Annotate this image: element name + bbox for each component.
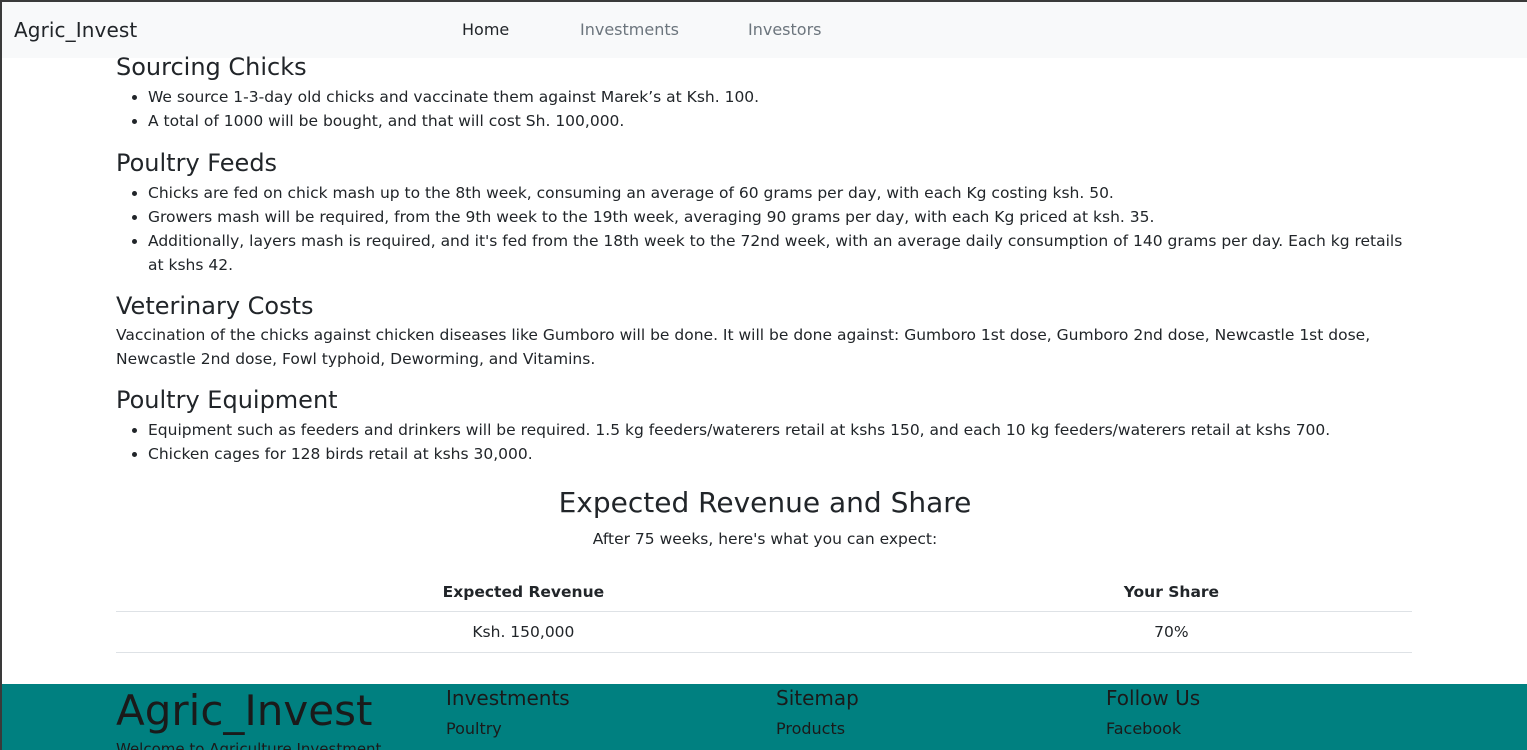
list-item: A total of 1000 will be bought, and that… xyxy=(148,109,1414,133)
poultry-equipment-list: Equipment such as feeders and drinkers w… xyxy=(148,418,1414,466)
section-title-poultry-equipment: Poultry Equipment xyxy=(116,386,338,414)
list-item: We source 1-3-day old chicks and vaccina… xyxy=(148,85,1414,109)
nav-link-home[interactable]: Home xyxy=(462,20,509,39)
list-item: Chicks are fed on chick mash up to the 8… xyxy=(148,181,1414,205)
footer-title-sitemap: Sitemap xyxy=(776,686,859,710)
browser-viewport: Agric_Invest Home Investments Investors … xyxy=(0,0,1527,750)
sourcing-chicks-list: We source 1-3-day old chicks and vaccina… xyxy=(148,85,1414,133)
footer-title-investments: Investments xyxy=(446,686,570,710)
revenue-subtitle: After 75 weeks, here's what you can expe… xyxy=(592,530,938,548)
header-your-share: Your Share xyxy=(930,574,1412,612)
footer-link-facebook[interactable]: Facebook xyxy=(1106,719,1181,738)
cell-expected-revenue: Ksh. 150,000 xyxy=(116,611,931,653)
section-title-sourcing-chicks: Sourcing Chicks xyxy=(116,53,307,81)
list-item: Growers mash will be required, from the … xyxy=(148,205,1414,229)
footer-welcome-text: Welcome to Agriculture Investment xyxy=(116,740,382,750)
footer-link-products[interactable]: Products xyxy=(776,719,845,738)
header-expected-revenue: Expected Revenue xyxy=(116,574,931,612)
veterinary-costs-text: Vaccination of the chicks against chicke… xyxy=(116,326,1371,368)
footer-title-follow-us: Follow Us xyxy=(1106,686,1201,710)
list-item: Additionally, layers mash is required, a… xyxy=(148,229,1414,277)
table-row: Ksh. 150,000 70% xyxy=(116,611,1412,653)
section-title-poultry-feeds: Poultry Feeds xyxy=(116,149,278,177)
footer-link-poultry[interactable]: Poultry xyxy=(446,719,502,738)
cell-your-share: 70% xyxy=(930,611,1412,653)
nav-link-investors[interactable]: Investors xyxy=(748,20,821,39)
revenue-title: Expected Revenue and Share xyxy=(558,486,972,519)
table-header-row: Expected Revenue Your Share xyxy=(116,574,1412,612)
section-title-veterinary-costs: Veterinary Costs xyxy=(116,292,314,320)
navbar-brand[interactable]: Agric_Invest xyxy=(14,18,137,42)
nav-link-investments[interactable]: Investments xyxy=(580,20,679,39)
main-content: Sourcing Chicks We source 1-3-day old ch… xyxy=(116,52,1414,653)
revenue-table: Expected Revenue Your Share Ksh. 150,000… xyxy=(116,574,1412,653)
site-footer: Agric_Invest Welcome to Agriculture Inve… xyxy=(2,684,1527,750)
footer-brand: Agric_Invest xyxy=(116,686,373,735)
top-navbar: Agric_Invest Home Investments Investors xyxy=(2,2,1527,58)
poultry-feeds-list: Chicks are fed on chick mash up to the 8… xyxy=(148,181,1414,277)
list-item: Chicken cages for 128 birds retail at ks… xyxy=(148,442,1414,466)
list-item: Equipment such as feeders and drinkers w… xyxy=(148,418,1414,442)
